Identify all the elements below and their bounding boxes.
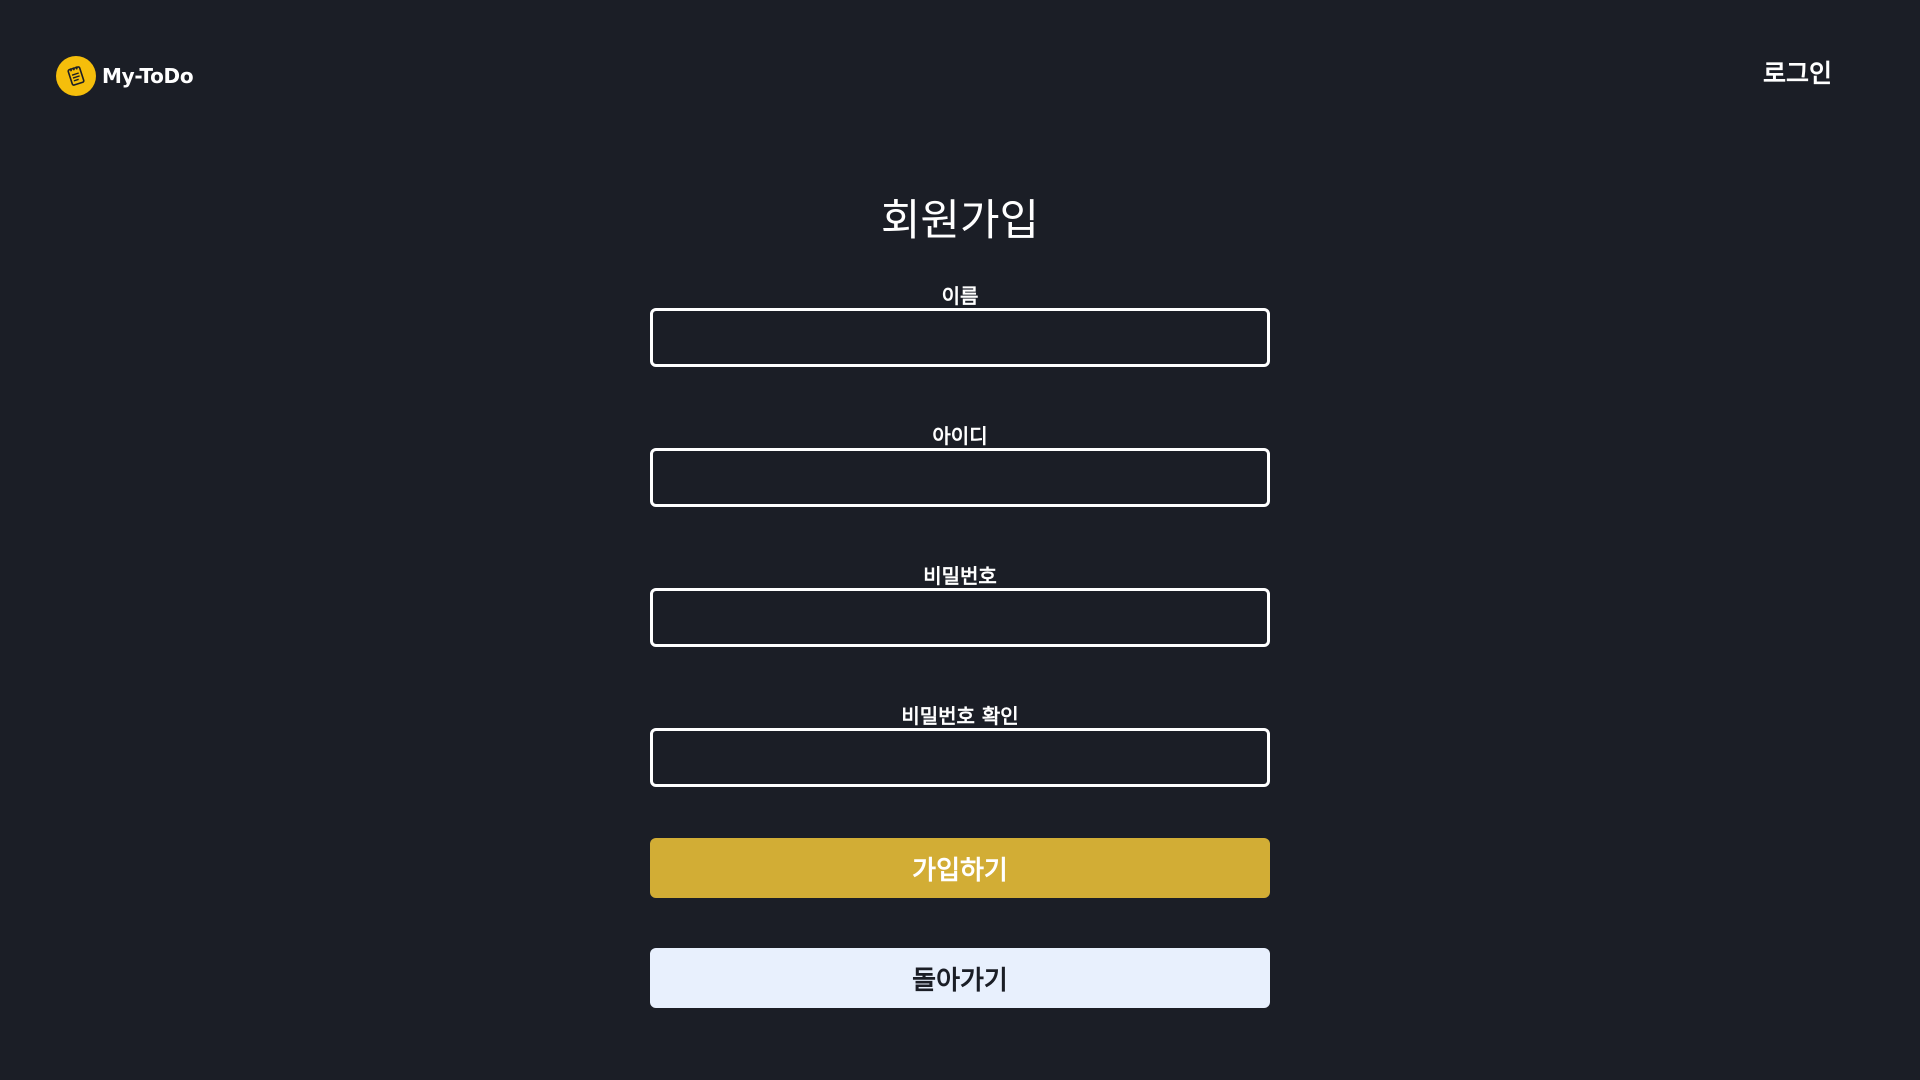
logo-text: My-ToDo	[102, 64, 194, 88]
back-button[interactable]: 돌아가기	[650, 948, 1270, 1008]
password-input[interactable]	[650, 588, 1270, 647]
logo[interactable]: My-ToDo	[56, 56, 194, 96]
name-input[interactable]	[650, 308, 1270, 367]
password-confirm-input[interactable]	[650, 728, 1270, 787]
signup-page: My-ToDo 로그인 회원가입 이름 아이디 비밀번호 비밀번호 확인 가입하…	[0, 0, 1920, 1080]
notepad-icon	[56, 56, 96, 96]
username-label: 아이디	[932, 424, 988, 448]
password-label: 비밀번호	[923, 564, 997, 588]
name-label: 이름	[941, 284, 979, 308]
username-input[interactable]	[650, 448, 1270, 507]
login-link[interactable]: 로그인	[1763, 56, 1832, 92]
page-title: 회원가입	[880, 196, 1040, 246]
signup-button[interactable]: 가입하기	[650, 838, 1270, 898]
password-confirm-label: 비밀번호 확인	[901, 704, 1019, 728]
